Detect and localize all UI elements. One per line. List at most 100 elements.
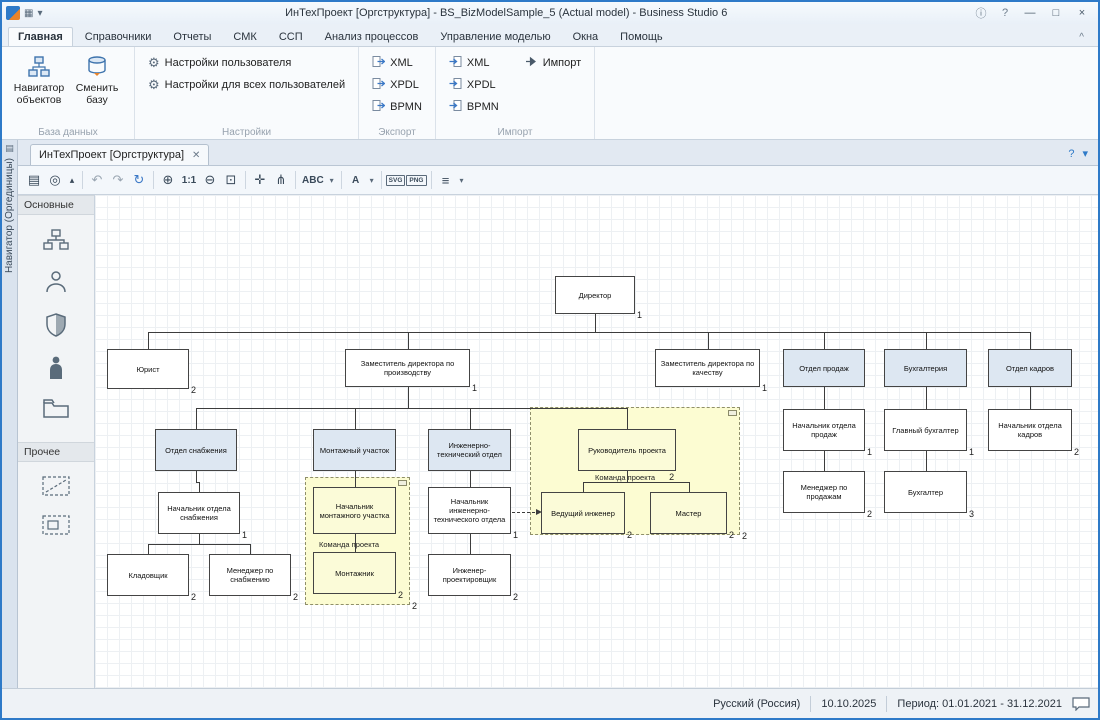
spell-check-dropdown-icon[interactable]: ▾	[327, 169, 337, 191]
change-database-button[interactable]: Сменить базу	[68, 50, 126, 124]
layout-tree-icon[interactable]: ⋔	[271, 169, 291, 191]
support-icon[interactable]: ⓘ	[970, 5, 992, 21]
org-node-montage-head[interactable]: Начальник монтажного участка	[313, 487, 396, 534]
redo-icon[interactable]: ↷	[108, 169, 128, 191]
undo-icon[interactable]: ↶	[87, 169, 107, 191]
org-node-project-manager[interactable]: Руководитель проекта	[578, 429, 676, 471]
export-xml-button[interactable]: XML	[367, 53, 427, 73]
org-node-lead-engineer[interactable]: Ведущий инженер	[541, 492, 625, 534]
tab-ssp[interactable]: ССП	[269, 27, 313, 46]
refresh-icon[interactable]: ↻	[129, 169, 149, 191]
org-node-supply-dept[interactable]: Отдел снабжения	[155, 429, 237, 471]
palette-section-main[interactable]: Основные	[18, 195, 94, 215]
org-node-deputy-prod[interactable]: Заместитель директора по производству	[345, 349, 470, 387]
tab-otchety[interactable]: Отчеты	[163, 27, 221, 46]
tab-glavnaya[interactable]: Главная	[8, 27, 73, 46]
status-period[interactable]: Период: 01.01.2021 - 31.12.2021	[897, 698, 1062, 710]
export-bpmn-button[interactable]: BPMN	[367, 97, 427, 117]
role-shape-icon[interactable]	[46, 313, 66, 342]
user-settings-button[interactable]: ⚙ Настройки пользователя	[143, 53, 350, 73]
org-node-hr-dept[interactable]: Отдел кадров	[988, 349, 1072, 387]
pan-icon[interactable]: ✛	[250, 169, 270, 191]
tab-spravochniki[interactable]: Справочники	[75, 27, 162, 46]
org-unit-shape-icon[interactable]	[43, 229, 69, 256]
org-node-hr-head[interactable]: Начальник отдела кадров	[988, 409, 1072, 451]
document-help-icon[interactable]: ?	[1068, 148, 1074, 160]
font-icon[interactable]: A	[346, 169, 366, 191]
tab-close-icon[interactable]: ✕	[192, 150, 200, 161]
diagram-canvas[interactable]: 22Команда проекта2Команда проектаДиректо…	[95, 195, 1098, 688]
group-collapse-icon[interactable]	[728, 410, 737, 416]
import-xpdl-button[interactable]: XPDL	[444, 75, 504, 95]
connector-line	[408, 332, 409, 349]
import-bpmn-label: BPMN	[467, 101, 499, 113]
zoom-in-icon[interactable]: ⊕	[158, 169, 178, 191]
zoom-one-to-one-icon[interactable]: 1:1	[179, 169, 199, 191]
group-collapse-icon[interactable]	[398, 480, 407, 486]
tab-list-dropdown-icon[interactable]: ▾	[1082, 147, 1088, 160]
org-node-accountant[interactable]: Бухгалтер	[884, 471, 967, 513]
save-png-icon[interactable]: PNG	[406, 175, 426, 186]
org-node-eng-head[interactable]: Начальник инженерно-технического отдела	[428, 487, 511, 534]
font-dropdown-icon[interactable]: ▾	[367, 169, 377, 191]
palette-section-other[interactable]: Прочее	[18, 442, 94, 462]
fit-to-screen-icon[interactable]: ⊡	[221, 169, 241, 191]
menu-dropdown-icon[interactable]: ▾	[457, 169, 467, 191]
group-shape-icon[interactable]	[42, 515, 70, 540]
tab-upravlenie-modelyu[interactable]: Управление моделью	[430, 27, 560, 46]
tab-smk[interactable]: СМК	[223, 27, 266, 46]
properties-icon[interactable]: ▤	[24, 169, 44, 191]
help-icon[interactable]: ?	[994, 7, 1016, 19]
tab-pomosch[interactable]: Помощь	[610, 27, 673, 46]
maximize-button[interactable]: □	[1044, 4, 1068, 22]
org-node-supply-manager[interactable]: Менеджер по снабжению	[209, 554, 291, 596]
org-node-director[interactable]: Директор	[555, 276, 635, 314]
import-xml-button[interactable]: XML	[444, 53, 504, 73]
org-node-sales-dept[interactable]: Отдел продаж	[783, 349, 865, 387]
org-node-accounting-dept[interactable]: Бухгалтерия	[884, 349, 967, 387]
org-node-supply-head[interactable]: Начальник отдела снабжения	[158, 492, 240, 534]
org-node-chief-accountant[interactable]: Главный бухгалтер	[884, 409, 967, 451]
tab-okna[interactable]: Окна	[563, 27, 609, 46]
connector-line	[824, 398, 825, 409]
org-node-deputy-quality[interactable]: Заместитель директора по качеству	[655, 349, 760, 387]
spell-check-icon[interactable]: ABC	[300, 169, 326, 191]
org-node-lawyer[interactable]: Юрист	[107, 349, 189, 389]
collapse-panel-icon[interactable]: ▴	[66, 169, 78, 191]
import-button[interactable]: Импорт	[520, 53, 586, 73]
navigator-panel-collapsed[interactable]: ▤ Навигатор (Оргединицы)	[2, 140, 18, 688]
status-language[interactable]: Русский (Россия)	[713, 698, 800, 710]
ribbon-collapse-icon[interactable]: ^	[1071, 29, 1092, 46]
org-node-montage-worker[interactable]: Монтажник	[313, 552, 396, 594]
org-node-eng-designer[interactable]: Инженер-проектировщик	[428, 554, 511, 596]
minimize-button[interactable]: —	[1018, 4, 1042, 22]
org-node-sales-head[interactable]: Начальник отдела продаж	[783, 409, 865, 451]
org-node-master[interactable]: Мастер	[650, 492, 727, 534]
tab-analiz-processov[interactable]: Анализ процессов	[315, 27, 429, 46]
import-bpmn-button[interactable]: BPMN	[444, 97, 504, 117]
document-tab[interactable]: ИнТехПроект [Оргструктура] ✕	[30, 144, 209, 165]
org-node-storekeeper[interactable]: Кладовщик	[107, 554, 189, 596]
frame-shape-icon[interactable]	[42, 476, 70, 501]
person-shape-icon[interactable]	[45, 270, 67, 299]
shape-palette: Основные	[18, 195, 95, 688]
org-node-sales-manager[interactable]: Менеджер по продажам	[783, 471, 865, 513]
org-node-montage-unit[interactable]: Монтажный участок	[313, 429, 396, 471]
all-users-settings-button[interactable]: ⚙ Настройки для всех пользователей	[143, 75, 350, 95]
close-button[interactable]: ×	[1070, 4, 1094, 22]
navigator-objects-button[interactable]: Навигатор объектов	[10, 50, 68, 124]
comments-icon[interactable]	[1072, 697, 1090, 711]
org-node-eng-dept[interactable]: Инженерно-технический отдел	[428, 429, 511, 471]
export-xpdl-button[interactable]: XPDL	[367, 75, 427, 95]
org-node-count: 1	[969, 447, 974, 457]
menu-icon[interactable]: ≡	[436, 169, 456, 191]
save-svg-icon[interactable]: SVG	[386, 175, 406, 186]
position-shape-icon[interactable]	[48, 356, 64, 385]
status-date[interactable]: 10.10.2025	[821, 698, 876, 710]
org-node-count: 2	[729, 530, 734, 540]
zoom-out-icon[interactable]: ⊖	[200, 169, 220, 191]
find-object-icon[interactable]: ◎	[45, 169, 65, 191]
folder-shape-icon[interactable]	[43, 399, 69, 424]
org-node-label: Заместитель директора по качеству	[658, 359, 757, 377]
quick-access-icon[interactable]: ▦	[24, 8, 33, 19]
